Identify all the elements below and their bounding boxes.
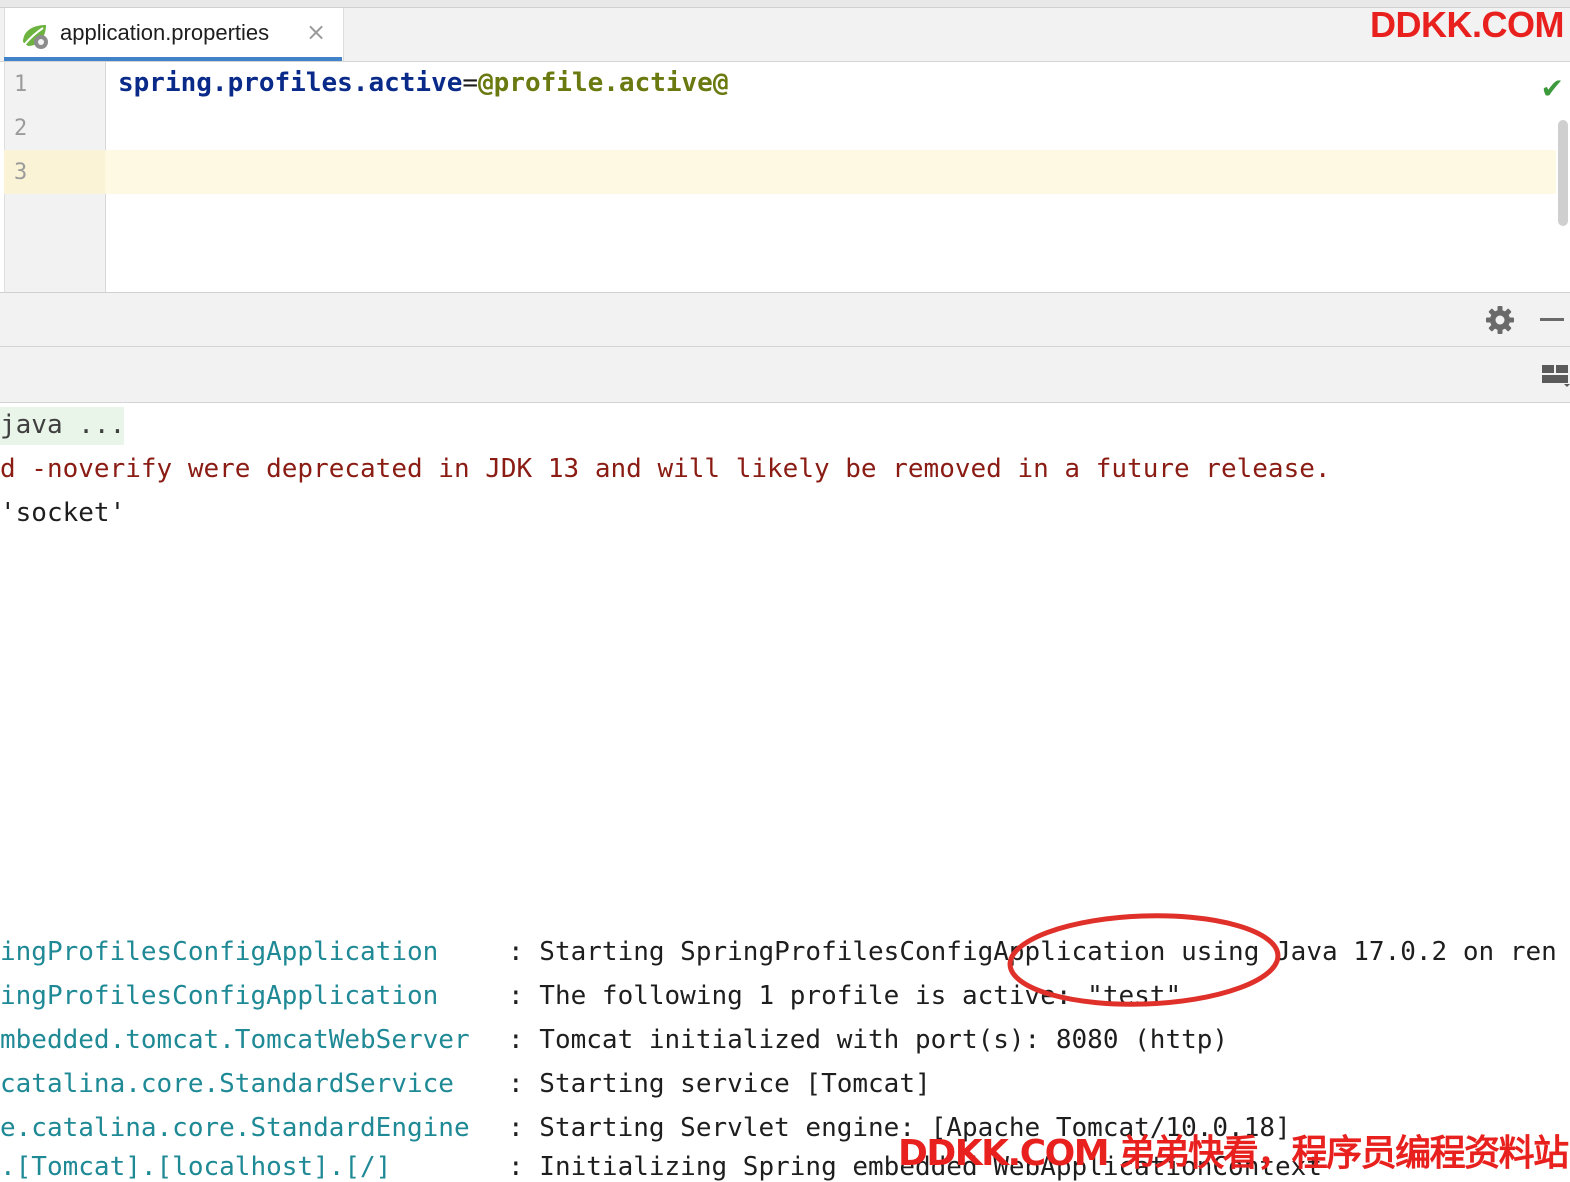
property-value: @profile.active@ (478, 68, 729, 98)
console-socket-line: 'socket' (0, 498, 126, 528)
layout-icon[interactable] (1540, 362, 1570, 388)
spring-leaf-icon (23, 25, 48, 49)
log-message: : Starting service [Tomcat] (508, 1069, 931, 1099)
code-line-1[interactable]: spring.profiles.active=@profile.active@ (118, 68, 728, 98)
line-number: 3 (14, 160, 28, 185)
console-warning-line: d -noverify were deprecated in JDK 13 an… (0, 454, 1331, 484)
log-logger: ingProfilesConfigApplication (0, 937, 439, 967)
run-tool-window-header (0, 293, 1570, 347)
tab-label[interactable]: application.properties (60, 20, 269, 46)
current-line-highlight (4, 150, 1556, 194)
log-logger: mbedded.tomcat.TomcatWebServer (0, 1025, 470, 1055)
console-toolbar (0, 347, 1570, 403)
watermark-bottom: DDKK.COM 弟弟快看，程序员编程资料站 (898, 1133, 1569, 1174)
console-command-line: java ... (0, 410, 126, 440)
editor-scrollbar[interactable] (1558, 120, 1568, 226)
property-separator: = (462, 68, 479, 98)
check-icon: ✔ (1540, 72, 1564, 105)
log-logger: e.catalina.core.StandardEngine (0, 1113, 470, 1143)
line-number: 1 (14, 72, 28, 97)
line-number: 2 (14, 116, 28, 141)
active-tab-indicator (4, 57, 342, 61)
log-message: : Tomcat initialized with port(s): 8080 … (508, 1025, 1229, 1055)
gear-icon[interactable] (1484, 304, 1516, 336)
minimize-icon[interactable] (1540, 318, 1564, 321)
tab-bar-top-edge (0, 0, 1570, 8)
annotation-circle (1007, 913, 1281, 1007)
log-logger: .[Tomcat].[localhost].[/] (0, 1152, 392, 1182)
property-key: spring.profiles.active (118, 68, 463, 98)
close-icon[interactable]: × (306, 18, 326, 46)
log-logger: ingProfilesConfigApplication (0, 981, 439, 1011)
watermark-top: DDKK.COM (1370, 4, 1564, 45)
log-logger: catalina.core.StandardService (0, 1069, 454, 1099)
